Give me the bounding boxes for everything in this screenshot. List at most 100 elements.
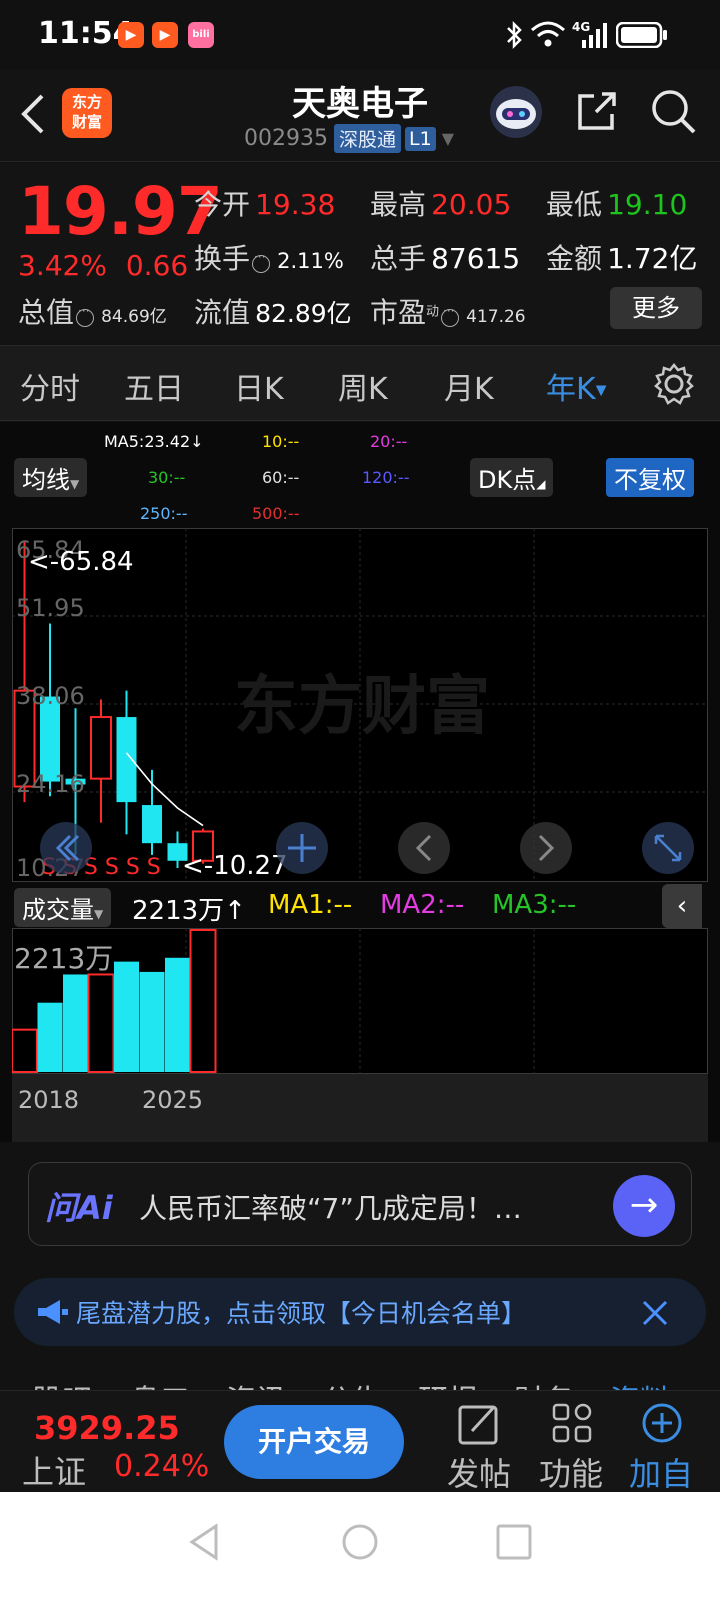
float-value: 82.89亿 <box>255 299 352 328</box>
index-change: 0.24% <box>114 1449 210 1484</box>
ai-search-box[interactable]: 问Ai 人民币汇率破“7”几成定局！… → <box>28 1162 692 1246</box>
volume-field: 总手 87615 <box>370 237 520 277</box>
tab-five-day[interactable]: 五日 <box>124 364 184 408</box>
volume-bar <box>114 961 139 1072</box>
connect-tag: 深股通 <box>333 124 401 153</box>
volume-bar <box>37 1002 63 1072</box>
dk-point-label: DK点 <box>478 466 537 494</box>
fullscreen-button[interactable] <box>642 822 694 874</box>
level-tag: L1 <box>405 126 436 151</box>
turnover-field[interactable]: 换手 2.11% <box>194 237 344 277</box>
indicator-selector-button[interactable]: 成交量▼ <box>14 888 112 927</box>
scroll-left-fast-button[interactable] <box>40 822 92 874</box>
open-value: 19.38 <box>255 188 336 221</box>
min-price-label: <-10.27 <box>182 851 288 881</box>
zoom-in-button[interactable] <box>276 822 328 874</box>
promo-area: 问Ai 人民币汇率破“7”几成定局！… → 尾盘潜力股，点击领取【今日机会名单】 <box>0 1142 720 1390</box>
candle-body <box>116 717 137 803</box>
info-icon[interactable] <box>252 250 271 273</box>
candlestick-chart[interactable]: 东方财富 65.84 51.95 38.06 24.16 10.27 <-65.… <box>12 528 708 882</box>
search-icon[interactable] <box>650 88 698 136</box>
high-label: 最高 <box>370 188 427 221</box>
bottom-action-bar: 3929.25 上证 0.24% 开户交易 发帖 功能 加自 <box>0 1390 720 1495</box>
info-icon[interactable] <box>441 304 460 327</box>
bluetooth-icon <box>507 20 522 50</box>
functions-button-label[interactable]: 功能 <box>526 1449 616 1495</box>
open-account-button[interactable]: 开户交易 <box>224 1405 404 1479</box>
volume-bar <box>139 971 165 1072</box>
scroll-right-button[interactable] <box>520 822 572 874</box>
functions-grid-icon[interactable] <box>550 1401 610 1445</box>
ma-selector-button[interactable]: 均线▼ <box>14 458 88 497</box>
dropdown-caret-icon: ▼ <box>441 129 454 148</box>
volume-bar <box>12 1028 38 1073</box>
system-back-icon[interactable] <box>186 1522 222 1562</box>
notification-app-icon: ▶ <box>152 22 178 48</box>
quote-panel: 19.97 3.42% 0.66 今开 19.38 最高 20.05 最低 19… <box>0 163 720 343</box>
tab-yearly-k[interactable]: 年K▼ <box>546 364 606 408</box>
pe-field[interactable]: 市盈动 417.26 <box>370 291 526 331</box>
scroll-left-button[interactable] <box>398 822 450 874</box>
post-edit-icon[interactable] <box>456 1401 516 1445</box>
mktcap-field[interactable]: 总值 84.69亿 <box>18 291 167 331</box>
ma60-legend: 60:-- <box>262 468 300 487</box>
notice-text: 尾盘潜力股，点击领取【今日机会名单】 <box>76 1299 527 1328</box>
pe-sup: 动 <box>426 304 440 320</box>
tab-yearly-k-label: 年K <box>546 372 596 407</box>
robot-assistant-icon[interactable] <box>488 84 544 140</box>
dropdown-caret-icon: ▼ <box>595 382 607 399</box>
index-quote[interactable]: 3929.25 上证 0.24% <box>0 1391 210 1493</box>
tab-monthly-k[interactable]: 月K <box>444 364 494 408</box>
notice-banner[interactable]: 尾盘潜力股，点击领取【今日机会名单】 <box>14 1278 706 1346</box>
close-icon[interactable] <box>640 1298 670 1328</box>
settings-gear-icon[interactable] <box>652 362 696 406</box>
stock-header: 东方 财富 天奥电子 002935 深股通 L1 ▼ <box>0 70 720 162</box>
volume-bar <box>63 974 88 1072</box>
dk-point-button[interactable]: DK点◢ <box>470 458 554 497</box>
add-watchlist-label[interactable]: 加自 <box>616 1449 706 1495</box>
high-value: 20.05 <box>431 188 512 221</box>
pe-value: 417.26 <box>466 307 526 327</box>
mktcap-value: 84.69亿 <box>101 307 167 327</box>
x-axis-label: 2018 <box>18 1086 80 1114</box>
low-value: 19.10 <box>607 188 688 221</box>
ai-prompt-text: 人民币汇率破“7”几成定局！… <box>139 1192 522 1225</box>
system-recents-icon[interactable] <box>494 1522 534 1562</box>
collapse-panel-button[interactable]: ‹ <box>662 884 702 928</box>
add-watchlist-icon[interactable] <box>640 1401 700 1445</box>
ma-selector-label: 均线 <box>22 466 70 494</box>
battery-icon <box>616 22 667 48</box>
share-icon[interactable] <box>574 88 620 134</box>
more-button[interactable]: 更多 <box>610 287 702 329</box>
wifi-icon <box>531 21 565 47</box>
y-axis-label: 24.16 <box>16 770 85 798</box>
tab-intraday[interactable]: 分时 <box>20 364 80 408</box>
vma3-legend: MA3:-- <box>492 890 577 920</box>
dropdown-caret-icon: ▼ <box>70 477 80 491</box>
tab-daily-k[interactable]: 日K <box>234 364 284 408</box>
volume-chart[interactable]: 2213万 <box>12 928 708 1074</box>
bilibili-icon: bili <box>188 22 214 48</box>
open-label: 今开 <box>194 188 251 221</box>
high-field: 最高 20.05 <box>370 183 511 223</box>
ma5-legend: MA5:23.42↓ <box>104 432 204 451</box>
adjust-mode-button[interactable]: 不复权 <box>606 458 694 497</box>
change-percent: 3.42% <box>18 249 107 282</box>
ai-submit-arrow-icon[interactable]: → <box>613 1175 675 1237</box>
y-axis-label: 38.06 <box>16 682 85 710</box>
ma30-legend: 30:-- <box>148 468 186 487</box>
stock-code-row[interactable]: 002935 深股通 L1 ▼ <box>244 124 454 153</box>
post-button-label[interactable]: 发帖 <box>434 1449 524 1495</box>
vma2-legend: MA2:-- <box>380 890 465 920</box>
k-line-chart-area: MA5:23.42↓ 10:-- 20:-- 均线▼ 30:-- 60:-- 1… <box>0 422 720 1142</box>
open-field: 今开 19.38 <box>194 183 335 223</box>
system-home-icon[interactable] <box>340 1522 380 1562</box>
info-icon[interactable] <box>76 304 95 327</box>
indicator-selector-label: 成交量 <box>22 896 94 924</box>
dropdown-caret-icon: ▼ <box>94 907 104 921</box>
index-name: 上证 <box>22 1453 87 1491</box>
turnover-value: 2.11% <box>277 249 344 273</box>
tab-weekly-k[interactable]: 周K <box>338 364 388 408</box>
volume-axis-label: 2213万 <box>14 942 113 975</box>
volume-legend: 2213万↑ <box>132 896 246 926</box>
